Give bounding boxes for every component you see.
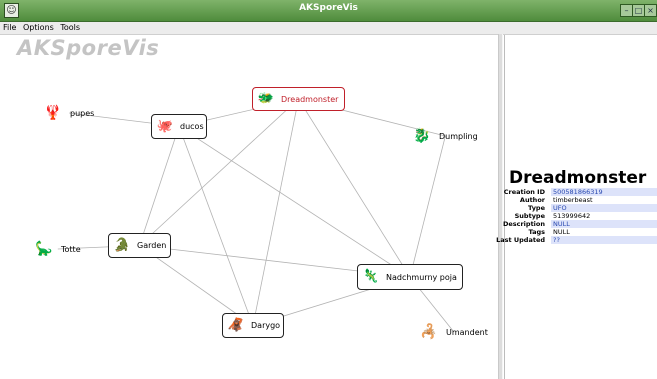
creature-icon: 🦧 (227, 317, 245, 333)
node-label: Umandent (446, 327, 488, 337)
details-row: Last Updated?? (496, 236, 657, 244)
field-label: Author (519, 196, 545, 204)
split-pane-divider[interactable] (498, 34, 503, 379)
creature-icon: 🐊 (113, 237, 131, 253)
graph-edge (178, 126, 254, 326)
field-value: 513999642 (553, 212, 591, 220)
menu-file[interactable]: File (3, 22, 16, 34)
node-dumpling[interactable]: 🐉 Dumpling (413, 126, 478, 146)
window-title: AKSporeVis (299, 3, 358, 13)
creature-icon: 🐲 (257, 91, 275, 106)
node-pupes[interactable]: 🦞 pupes (44, 103, 94, 123)
graph-edge (409, 135, 446, 278)
close-button[interactable]: × (644, 4, 657, 17)
field-value: NULL (551, 220, 657, 228)
node-label: Dumpling (439, 131, 478, 141)
creature-icon: 🦞 (44, 105, 62, 121)
field-label: Type (528, 204, 545, 212)
field-value: 500581866319 (551, 188, 657, 196)
field-value: ?? (551, 236, 657, 244)
node-dreadmonster[interactable]: 🐲 Dreadmonster (252, 87, 345, 111)
graph-edge (252, 98, 299, 326)
creature-icon: 🦎 (362, 269, 380, 284)
field-label: Last Updated (496, 236, 545, 244)
window-titlebar: ☺ AKSporeVis – □ × (0, 0, 657, 22)
menu-options[interactable]: Options (23, 22, 54, 34)
node-nadchmurny-poja[interactable]: 🦎 Nadchmurny poja (357, 264, 463, 290)
field-label: Subtype (514, 212, 545, 220)
node-label: Nadchmurny poja (386, 272, 457, 282)
details-row: Subtype 513999642 (504, 212, 657, 220)
field-label: Tags (528, 228, 545, 236)
selected-creature-name: Dreadmonster (509, 168, 647, 188)
details-row: Creation ID 500581866319 (504, 188, 657, 196)
node-label: pupes (70, 108, 95, 118)
node-label: Totte (61, 244, 81, 254)
node-ducos[interactable]: 🐙 ducos (151, 114, 207, 139)
node-label: ducos (180, 122, 204, 131)
node-totte[interactable]: 🦕 Totte (35, 239, 81, 259)
graph-edge (298, 98, 411, 278)
details-row: Tags NULL (504, 228, 657, 236)
details-row: Description NULL (502, 220, 657, 228)
details-row: Type UFO (504, 204, 657, 212)
details-table: Creation ID 500581866319 Author timberbeas… (496, 188, 657, 244)
creature-icon: 🦂 (420, 324, 438, 340)
creature-icon: 🐉 (413, 128, 431, 144)
creature-icon: 🐙 (156, 118, 174, 134)
details-row: Author timberbeast (504, 196, 657, 204)
field-value: timberbeast (553, 196, 593, 204)
field-label: Description (502, 220, 545, 228)
creature-icon: 🦕 (35, 241, 53, 257)
field-value: NULL (553, 228, 570, 236)
node-label: Darygo (251, 321, 281, 330)
field-label: Creation ID (503, 188, 545, 196)
node-darygo[interactable]: 🦧 Darygo (222, 313, 284, 338)
node-umandent[interactable]: 🦂 Umandent (420, 322, 488, 342)
node-label: Dreadmonster (281, 94, 339, 104)
field-value: UFO (551, 204, 657, 212)
node-label: Garden (137, 241, 167, 250)
node-garden[interactable]: 🐊 Garden (108, 233, 171, 258)
menu-tools[interactable]: Tools (60, 22, 80, 34)
